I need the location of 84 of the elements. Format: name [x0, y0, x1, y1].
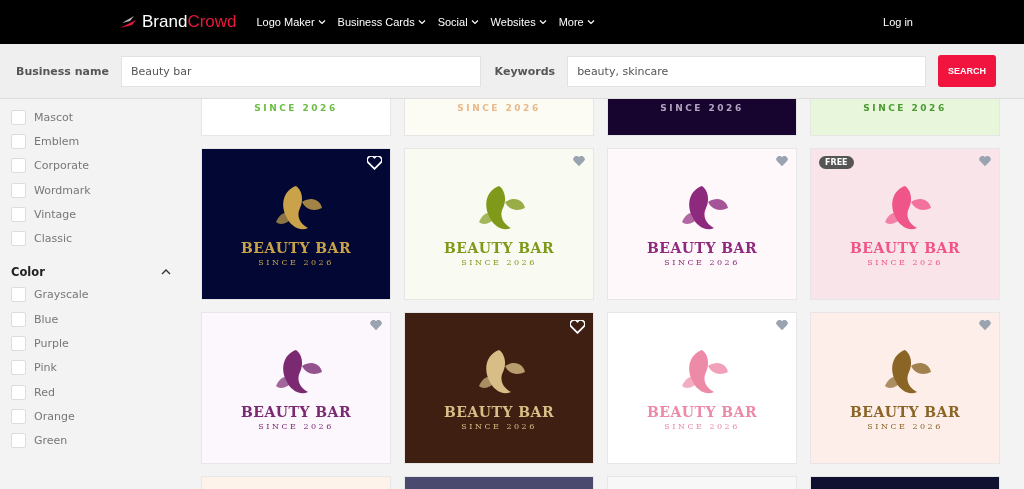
logo-subtitle: SINCE 2026: [863, 103, 947, 113]
nav-menu-item[interactable]: Websites: [490, 16, 547, 28]
heart-icon[interactable]: [370, 320, 382, 331]
nav-menu-item[interactable]: Business Cards: [337, 16, 426, 28]
logo-card[interactable]: SINCE 2026: [608, 99, 796, 135]
filter-label: Blue: [34, 312, 59, 326]
filter-label: Vintage: [34, 207, 77, 221]
checkbox[interactable]: [11, 182, 26, 198]
logo-card[interactable]: BEAUTY BAR SINCE 2026: [202, 313, 390, 463]
nav-menu-item[interactable]: Logo Maker: [256, 16, 326, 28]
filter-label: Green: [34, 434, 68, 448]
heart-icon[interactable]: [573, 156, 585, 167]
field-label: Business name: [16, 64, 109, 78]
logo-title: BEAUTY BAR: [849, 403, 961, 420]
filter-label: Emblem: [34, 134, 80, 148]
filter-label: Orange: [34, 409, 75, 423]
heart-icon[interactable]: [979, 320, 991, 331]
logo-subtitle: SINCE 2026: [258, 257, 334, 267]
brand-mark-icon: [118, 14, 138, 30]
filter-label: Mascot: [34, 110, 74, 124]
caret-icon: [538, 18, 547, 26]
logo-subtitle: SINCE 2026: [258, 421, 334, 431]
logo-card[interactable]: BEAUTY BAR SINCE 2026: [811, 313, 999, 463]
logo-subtitle: SINCE 2026: [867, 257, 943, 267]
field-label: Keywords: [494, 64, 556, 78]
free-badge: FREE: [819, 156, 854, 169]
checkbox[interactable]: [11, 311, 26, 327]
heart-outline-icon[interactable]: [367, 156, 382, 170]
filter-label: Red: [34, 385, 55, 399]
checkbox[interactable]: [11, 384, 26, 400]
checkbox[interactable]: [11, 206, 26, 222]
logo-card[interactable]: BEAUTY BAR SINCE 2026: [405, 313, 593, 463]
logo-text: Crowd: [187, 12, 237, 31]
brand-logo[interactable]: BrandCrowd: [118, 12, 237, 32]
logo-title: BEAUTY BAR: [849, 239, 961, 256]
logo-title: BEAUTY BAR: [646, 239, 758, 256]
logo-subtitle: SINCE 2026: [254, 103, 338, 113]
logo-subtitle: SINCE 2026: [664, 421, 740, 431]
checkbox[interactable]: [11, 133, 26, 149]
caret-icon: [586, 18, 595, 26]
checkbox[interactable]: [11, 433, 26, 449]
nav-menu-item[interactable]: More: [558, 16, 595, 28]
keywords-field[interactable]: beauty, skincare: [567, 55, 926, 87]
logo-title: BEAUTY BAR: [646, 403, 758, 420]
filter-label: Wordmark: [34, 183, 91, 197]
caret-icon: [317, 18, 326, 26]
logo-subtitle: SINCE 2026: [457, 103, 541, 113]
nav-menu-item[interactable]: Social: [437, 16, 479, 28]
logo-subtitle: SINCE 2026: [867, 421, 943, 431]
heart-icon[interactable]: [776, 156, 788, 167]
logo-subtitle: SINCE 2026: [461, 421, 537, 431]
logo-card[interactable]: FREE BEAUTY BAR SINCE 2026: [811, 149, 999, 299]
checkbox[interactable]: [11, 408, 26, 424]
logo-card[interactable]: BEAUTY BAR SINCE 2026: [608, 149, 796, 299]
caret-icon: [417, 18, 426, 26]
logo-text: Brand: [142, 12, 188, 31]
checkbox[interactable]: [11, 109, 26, 125]
checkbox[interactable]: [11, 336, 26, 351]
search-button[interactable]: SEARCH: [937, 55, 996, 87]
caret-icon: [470, 18, 479, 26]
logo-title: BEAUTY BAR: [240, 239, 352, 256]
logo-card[interactable]: BEAUTY BAR SINCE 2026: [202, 149, 390, 299]
checkbox[interactable]: [11, 158, 26, 174]
logo-subtitle: SINCE 2026: [664, 257, 740, 267]
chevron-up-icon[interactable]: [161, 268, 171, 276]
login-link[interactable]: Log in: [883, 16, 913, 28]
logo-subtitle: SINCE 2026: [660, 103, 744, 113]
logo-title: BEAUTY BAR: [240, 403, 352, 420]
filter-label: Grayscale: [34, 288, 89, 302]
heart-outline-icon[interactable]: [570, 320, 585, 334]
section-title: Color: [11, 264, 45, 279]
logo-title: BEAUTY BAR: [443, 239, 555, 256]
heart-icon[interactable]: [776, 320, 788, 331]
checkbox[interactable]: [11, 360, 26, 376]
checkbox[interactable]: [11, 231, 26, 247]
checkbox[interactable]: [11, 287, 26, 303]
filter-label: Corporate: [34, 159, 89, 173]
business-name-field[interactable]: Beauty bar: [120, 55, 481, 87]
filter-label: Classic: [34, 232, 73, 246]
logo-subtitle: SINCE 2026: [461, 257, 537, 267]
filter-label: Pink: [34, 361, 57, 375]
heart-icon[interactable]: [979, 156, 991, 167]
logo-title: BEAUTY BAR: [443, 403, 555, 420]
filter-label: Purple: [34, 337, 69, 350]
